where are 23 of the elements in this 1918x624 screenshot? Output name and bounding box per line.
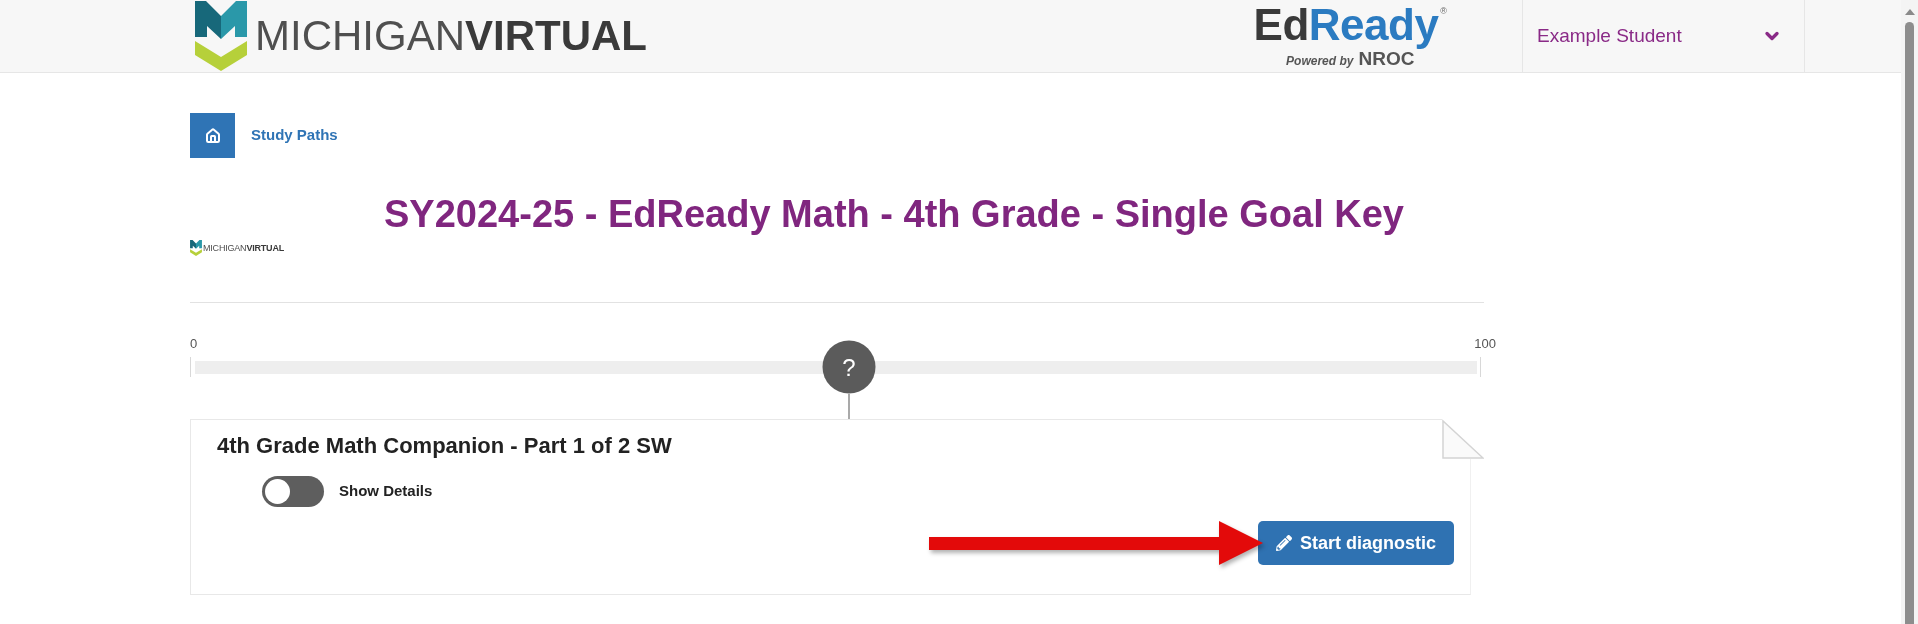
- start-diagnostic-button[interactable]: Start diagnostic: [1258, 521, 1454, 565]
- details-toggle[interactable]: [262, 476, 324, 507]
- home-button[interactable]: [190, 113, 235, 158]
- logo-icon: [190, 240, 202, 256]
- scroll-up-arrow-icon[interactable]: [1904, 9, 1915, 15]
- scale-min-label: 0: [190, 336, 198, 352]
- product-wordmark: EdReady®: [1253, 2, 1447, 47]
- scrollbar[interactable]: [1901, 0, 1918, 624]
- logo-wordmark: MICHIGANVIRTUAL: [255, 15, 647, 57]
- user-menu[interactable]: Example Student: [1522, 0, 1805, 72]
- powered-by-label: Powered by: [1286, 52, 1354, 70]
- toggle-label: Show Details: [339, 481, 433, 502]
- study-paths-link[interactable]: Study Paths: [251, 124, 338, 147]
- card-title: 4th Grade Math Companion - Part 1 of 2 SW: [217, 433, 672, 459]
- brand-label: NROC: [1358, 48, 1415, 68]
- page-title: SY2024-25 - EdReady Math - 4th Grade - Single Goal Key: [384, 192, 1404, 236]
- logo-wordmark: MICHIGANVIRTUAL: [203, 243, 284, 253]
- scale-max-label: 100: [1474, 336, 1496, 352]
- pencil-icon: [1276, 535, 1292, 551]
- logo-icon: [195, 1, 247, 71]
- home-icon: [204, 127, 221, 144]
- scrollbar-thumb[interactable]: [1905, 22, 1914, 624]
- score-marker: ?: [822, 340, 876, 394]
